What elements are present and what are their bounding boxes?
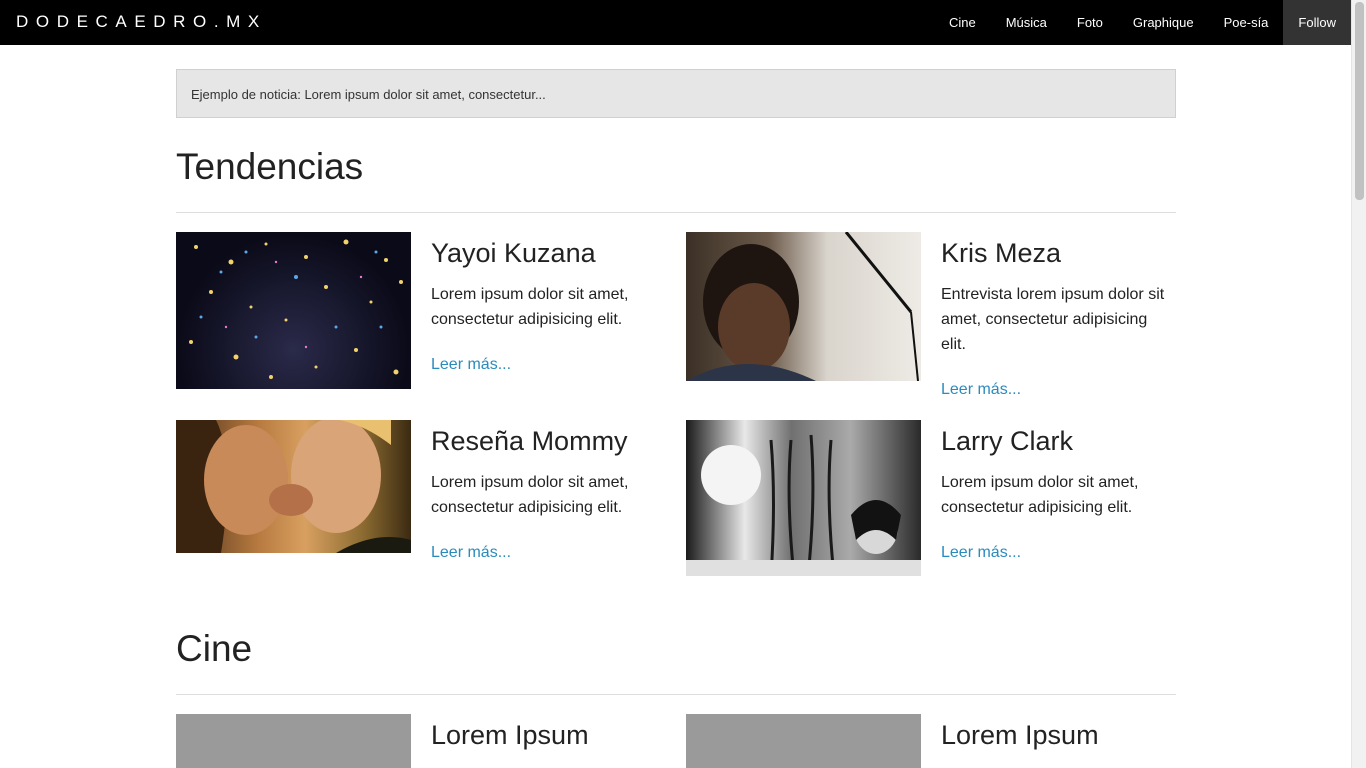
article-description: Lorem ipsum dolor sit amet, consectetur … [431,474,629,516]
article-title[interactable]: Kris Meza [941,237,1176,269]
black-white-photo-image [686,434,921,576]
nav-item-musica[interactable]: Música [991,0,1062,45]
article-body: Lorem Ipsum [431,714,666,751]
article-body: Larry Clark Lorem ipsum dolor sit amet, … [941,420,1176,563]
article-body: Lorem Ipsum [941,714,1176,751]
article-description: Lorem ipsum dolor sit amet, consectetur … [941,474,1139,516]
portrait-image [686,232,919,381]
read-more-link[interactable]: Leer más... [941,543,1021,563]
infinity-lights-image [189,239,403,379]
film-still-image [176,420,411,553]
nav-item-foto[interactable]: Foto [1062,0,1118,45]
section-divider [176,212,1176,213]
scrollbar-thumb[interactable] [1355,2,1364,200]
article-title[interactable]: Larry Clark [941,425,1176,457]
section-title-cine: Cine [176,628,253,669]
article-description: Entrevista lorem ipsum dolor sit amet, c… [941,286,1165,353]
article-body: Kris Meza Entrevista lorem ipsum dolor s… [941,232,1176,400]
article-title[interactable]: Yayoi Kuzana [431,237,666,269]
section-divider [176,694,1176,695]
read-more-link[interactable]: Leer más... [941,380,1021,400]
article-image-placeholder[interactable] [686,714,921,768]
article-image[interactable] [176,420,411,553]
article-image[interactable] [686,232,921,381]
notice-text: Ejemplo de noticia: Lorem ipsum dolor si… [191,87,546,102]
read-more-link[interactable]: Leer más... [431,355,511,375]
page-scrollbar[interactable] [1351,0,1366,768]
article-image[interactable] [176,232,411,389]
nav-item-graphique[interactable]: Graphique [1118,0,1209,45]
nav-item-follow[interactable]: Follow [1283,0,1351,45]
main-nav: Cine Música Foto Graphique Poe-sía Follo… [934,0,1351,45]
site-logo[interactable]: DODECAEDRO.MX [16,12,267,32]
read-more-link[interactable]: Leer más... [431,543,511,563]
article-title[interactable]: Lorem Ipsum [941,719,1176,751]
article-title[interactable]: Lorem Ipsum [431,719,666,751]
article-image-placeholder[interactable] [176,714,411,768]
nav-item-poesia[interactable]: Poe-sía [1209,0,1284,45]
article-body: Reseña Mommy Lorem ipsum dolor sit amet,… [431,420,666,563]
nav-item-cine[interactable]: Cine [934,0,991,45]
article-image[interactable] [686,420,921,576]
article-body: Yayoi Kuzana Lorem ipsum dolor sit amet,… [431,232,666,375]
news-notice: Ejemplo de noticia: Lorem ipsum dolor si… [176,69,1176,118]
section-title-tendencias: Tendencias [176,146,364,187]
article-title[interactable]: Reseña Mommy [431,425,666,457]
top-navbar: DODECAEDRO.MX Cine Música Foto Graphique… [0,0,1351,45]
article-description: Lorem ipsum dolor sit amet, consectetur … [431,286,629,328]
